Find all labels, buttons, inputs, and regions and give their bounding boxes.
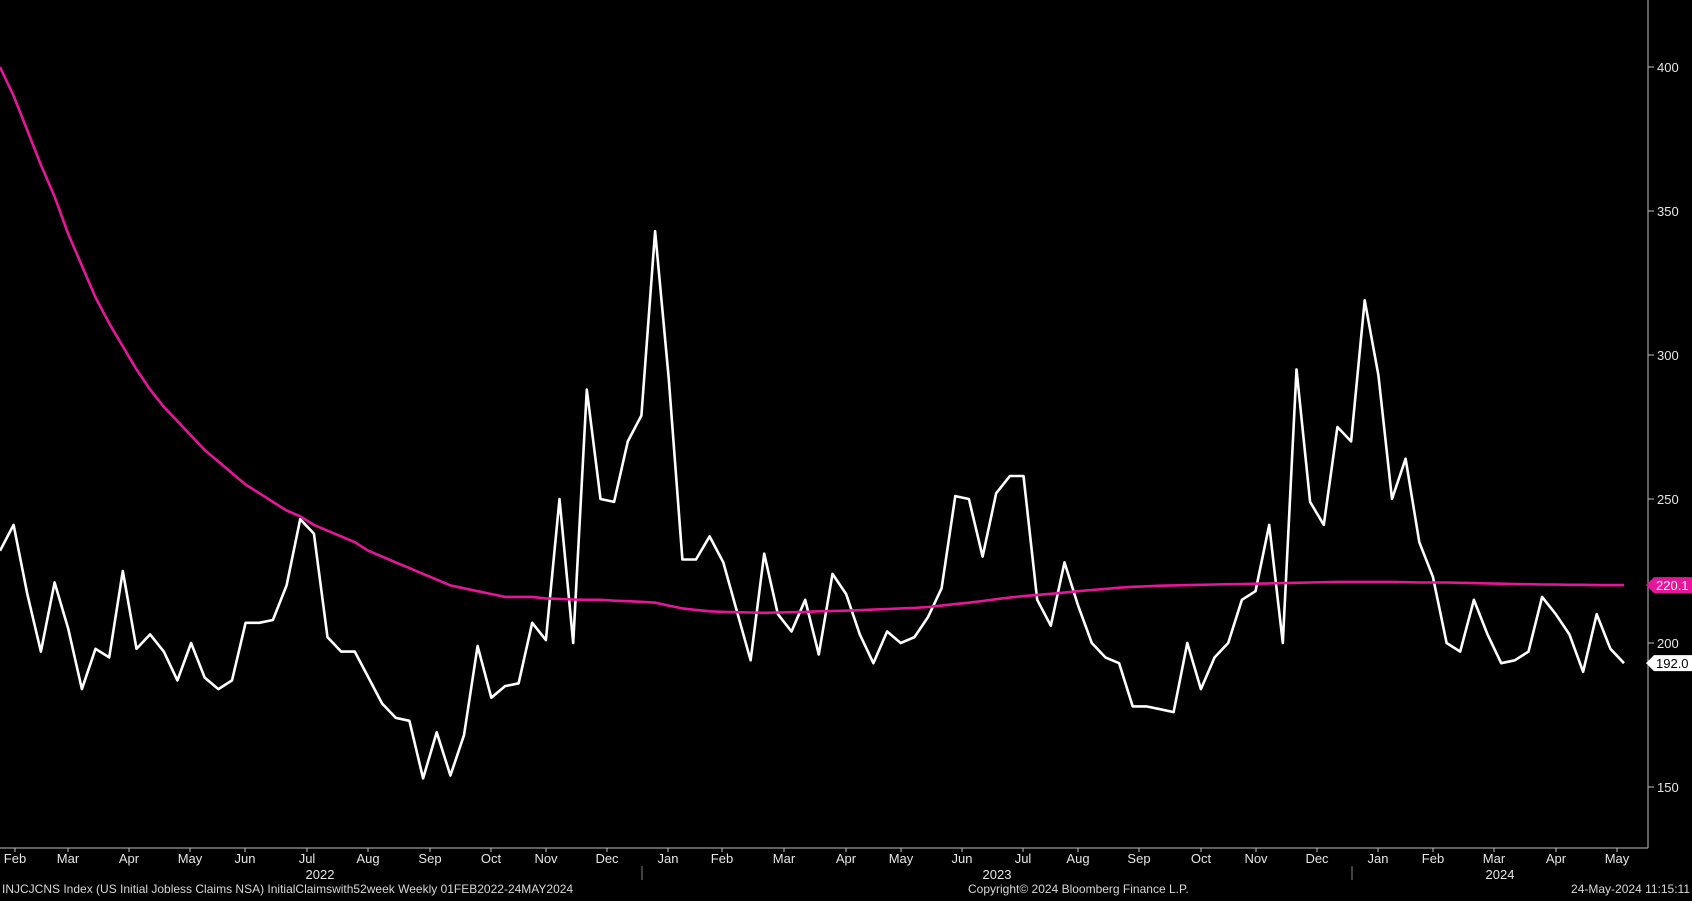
x-year-label: 2022 <box>306 867 335 880</box>
x-month-label: Aug <box>1066 851 1089 866</box>
series-line-average <box>0 66 1624 615</box>
y-tick-label: 400 <box>1657 60 1679 75</box>
x-month-label: Sep <box>1127 851 1150 866</box>
last-value-tag-average: 220.1 <box>1656 578 1689 593</box>
y-tick-label: 250 <box>1657 492 1679 507</box>
x-month-label: May <box>178 851 203 866</box>
y-tick-label: 200 <box>1657 636 1679 651</box>
x-month-label: Mar <box>773 851 796 866</box>
x-month-label: May <box>889 851 914 866</box>
x-month-label: Feb <box>711 851 733 866</box>
x-month-label: May <box>1605 851 1630 866</box>
chart-description: INJCJCNS Index (US Initial Jobless Claim… <box>2 882 574 896</box>
x-month-label: Feb <box>4 851 26 866</box>
series-line-claims <box>0 229 1625 780</box>
timestamp: 24-May-2024 11:15:11 <box>1571 882 1690 896</box>
x-year-label: 2024 <box>1486 867 1515 880</box>
y-tick-label: 350 <box>1657 204 1679 219</box>
x-month-label: Jan <box>658 851 679 866</box>
x-month-label: Jan <box>1368 851 1389 866</box>
x-month-label: Mar <box>1483 851 1506 866</box>
x-year-label: 2023 <box>983 867 1012 880</box>
x-month-label: Apr <box>119 851 140 866</box>
copyright-notice: Copyright© 2024 Bloomberg Finance L.P. <box>968 882 1189 896</box>
x-month-label: Jul <box>299 851 316 866</box>
x-month-label: Dec <box>1305 851 1329 866</box>
x-month-label: Feb <box>1422 851 1444 866</box>
x-month-label: Apr <box>1546 851 1567 866</box>
x-month-label: Apr <box>836 851 857 866</box>
x-month-label: Nov <box>534 851 558 866</box>
x-month-label: Aug <box>356 851 379 866</box>
chart-area: 150 200 250 300 350 400 Feb Mar Apr May Jun Jul Aug S… <box>0 0 1692 880</box>
x-month-label: Nov <box>1244 851 1268 866</box>
x-month-label: Oct <box>1191 851 1212 866</box>
x-month-label: Jun <box>235 851 256 866</box>
y-tick-label: 150 <box>1657 780 1679 795</box>
x-month-label: Sep <box>418 851 441 866</box>
x-month-label: Jul <box>1015 851 1032 866</box>
x-month-label: Jun <box>952 851 973 866</box>
x-month-label: Dec <box>595 851 619 866</box>
x-month-label: Mar <box>57 851 80 866</box>
last-value-tag-claims: 192.0 <box>1656 656 1689 671</box>
x-month-label: Oct <box>481 851 502 866</box>
y-tick-label: 300 <box>1657 348 1679 363</box>
